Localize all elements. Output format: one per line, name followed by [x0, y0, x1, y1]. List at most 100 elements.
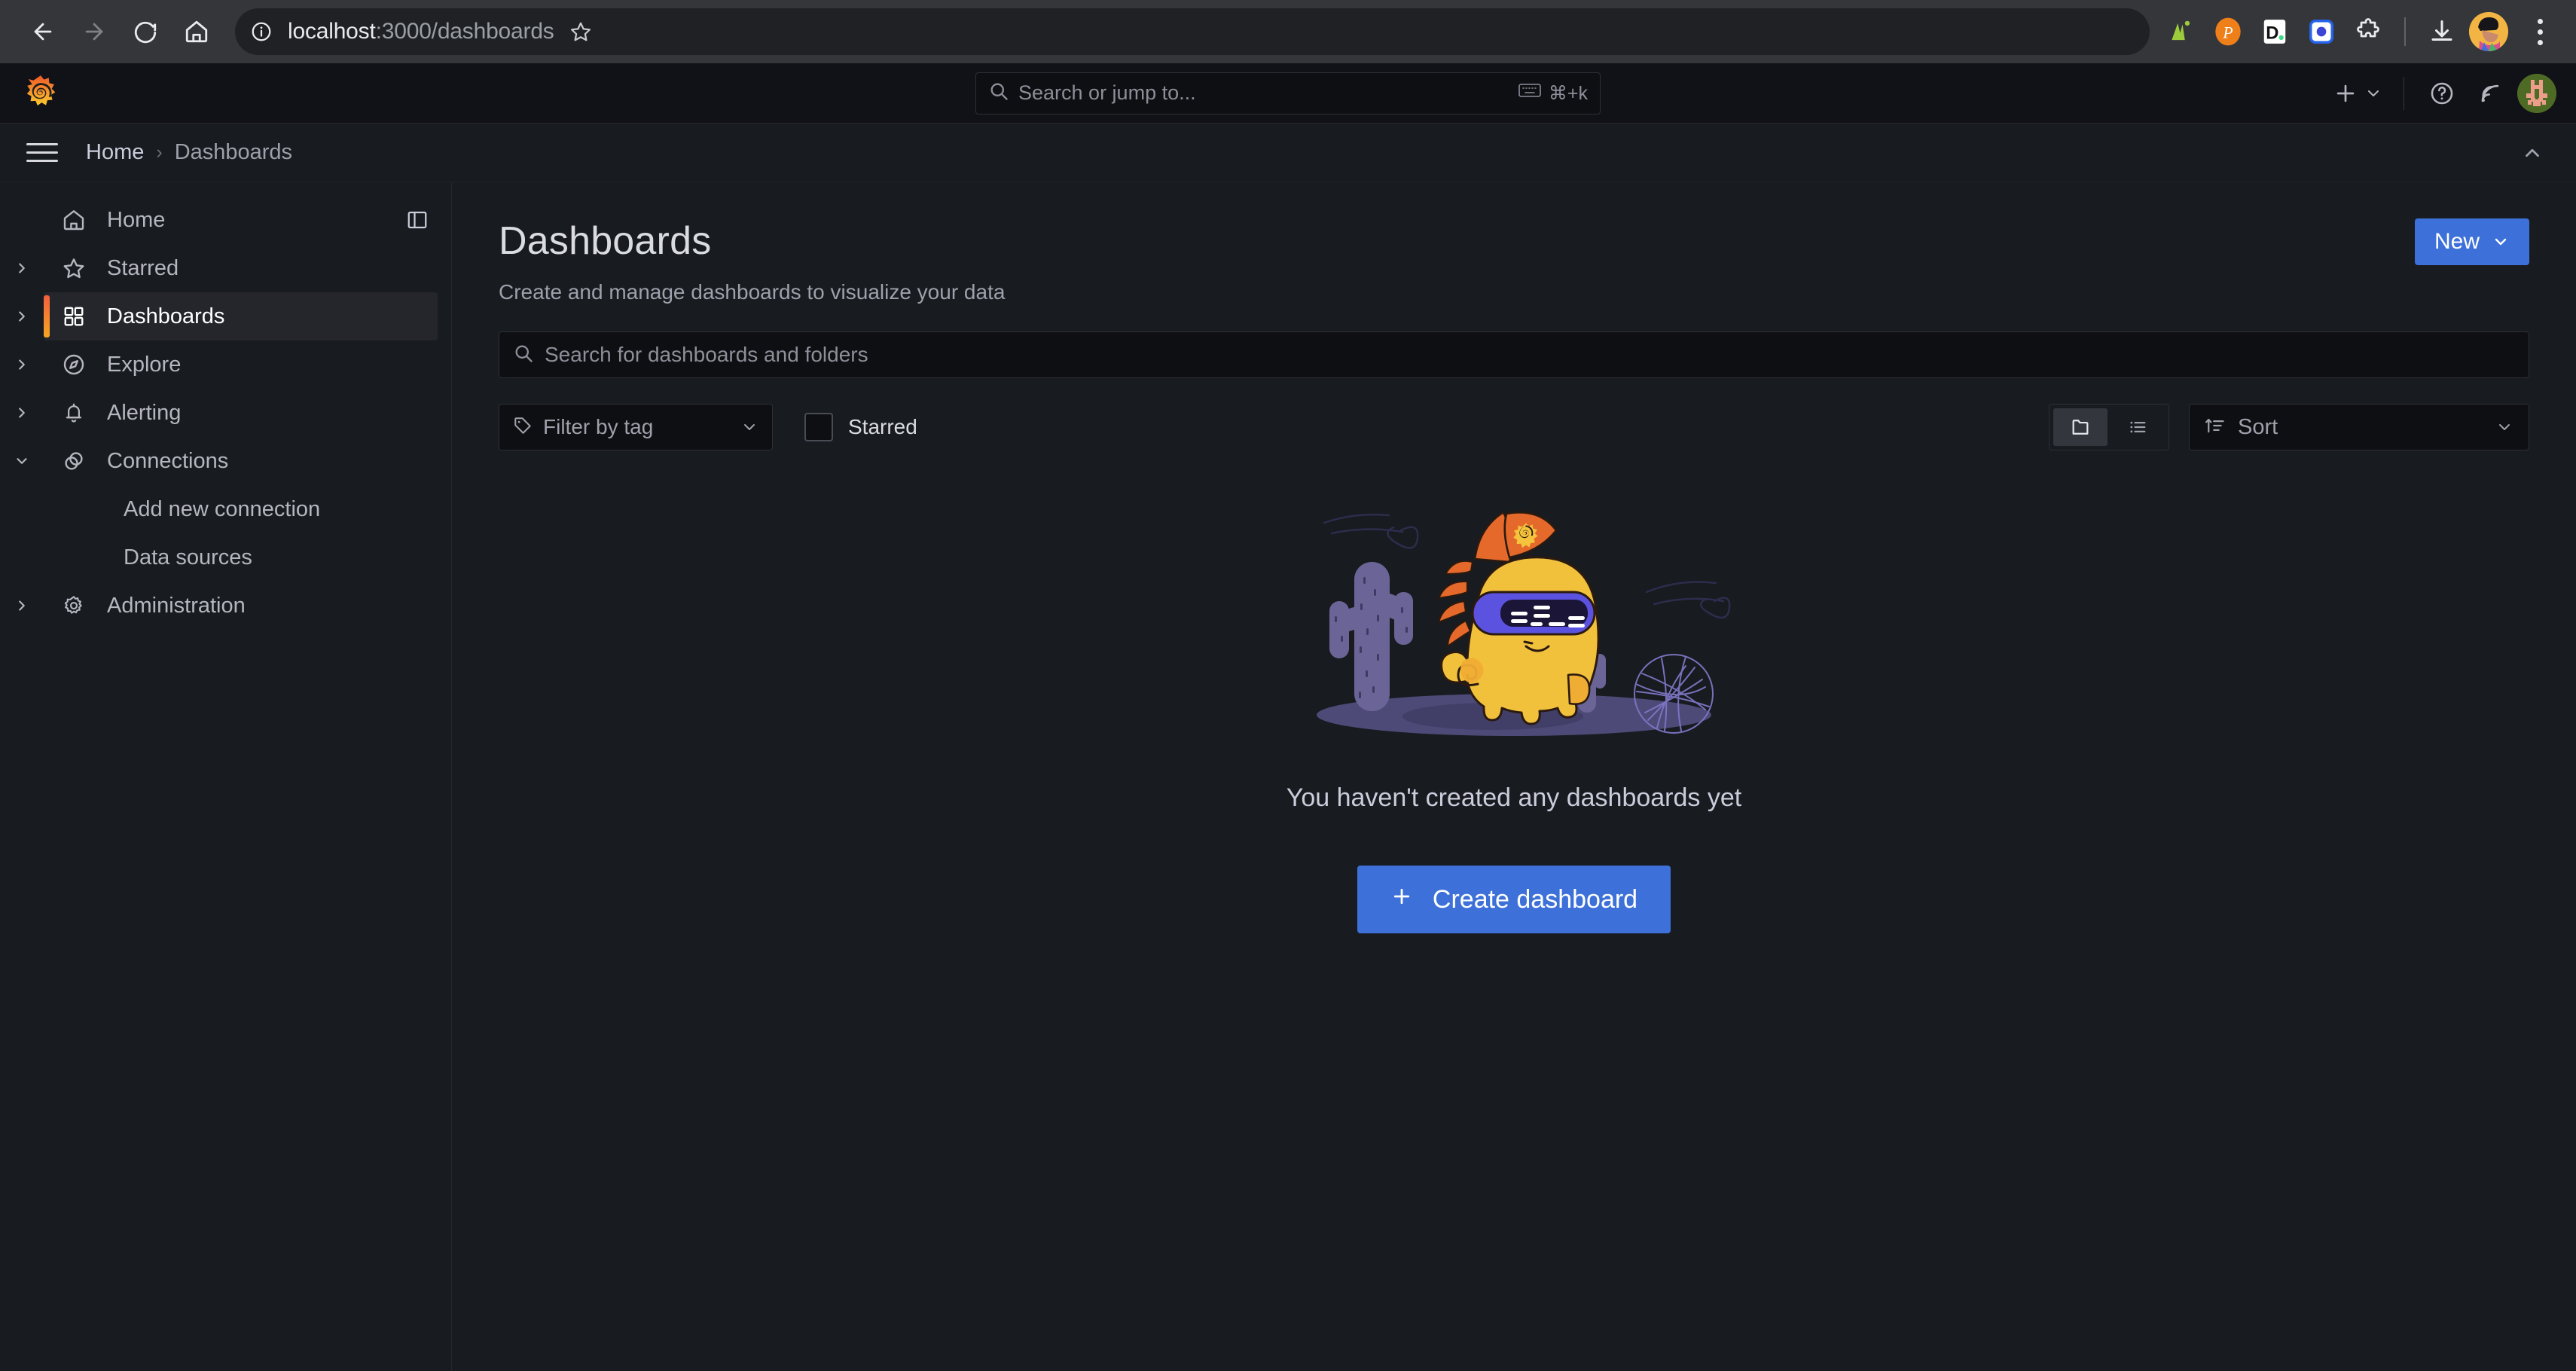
search-icon: [513, 343, 534, 368]
tag-icon: [513, 416, 533, 439]
chevron-up-icon[interactable]: [2510, 130, 2555, 176]
chevron-down-icon: [17, 458, 27, 464]
url-path: :3000/dashboards: [375, 19, 554, 44]
sidebar-item-dashboards[interactable]: Dashboards: [0, 292, 438, 340]
site-info-icon[interactable]: [243, 13, 280, 50]
bookmark-star-icon[interactable]: [560, 11, 601, 52]
search-shortcut: ⌘+k: [1518, 82, 1588, 105]
global-search-placeholder: Search or jump to...: [1018, 81, 1196, 104]
breadcrumb-item-home[interactable]: Home: [86, 140, 144, 165]
svg-text:D: D: [2266, 23, 2278, 44]
dashboards-grid-icon: [59, 305, 89, 328]
sidebar-link-connections[interactable]: Connections: [44, 437, 438, 485]
expand-alerting-chevron[interactable]: [0, 405, 44, 421]
empty-state-title: You haven't created any dashboards yet: [1286, 783, 1742, 812]
chrome-profile-avatar[interactable]: [2469, 12, 2508, 51]
collapse-connections-chevron[interactable]: [0, 453, 44, 469]
page-title: Dashboards: [499, 219, 712, 263]
sidebar-item-explore[interactable]: Explore: [0, 340, 438, 389]
sidebar-item-add-new-connection[interactable]: Add new connection: [0, 485, 438, 533]
page-subtitle: Create and manage dashboards to visualiz…: [499, 280, 1006, 304]
sidebar-link-explore[interactable]: Explore: [44, 340, 438, 389]
breadcrumb-bar: Home › Dashboards: [0, 124, 2576, 182]
sidebar-item-alerting[interactable]: Alerting: [0, 389, 438, 437]
app-body: Home Starred Dashboards Explore Alerting…: [0, 182, 2576, 1371]
keyboard-icon: [1518, 82, 1541, 104]
add-new-button[interactable]: [2328, 72, 2387, 115]
gear-icon: [59, 594, 89, 617]
extension-puzzle-icon[interactable]: [2349, 12, 2388, 51]
grafana-logo[interactable]: [21, 74, 60, 113]
filter-row: Filter by tag Starred Sort: [499, 404, 2529, 450]
sidebar-item-administration[interactable]: Administration: [0, 582, 438, 630]
news-rss-icon[interactable]: [2469, 72, 2511, 115]
global-search-input[interactable]: Search or jump to... ⌘+k: [975, 72, 1601, 115]
sidebar-link-administration[interactable]: Administration: [44, 582, 438, 630]
chevron-right-icon: [19, 311, 25, 322]
sidebar-link-starred[interactable]: Starred: [44, 244, 438, 292]
sidebar-link-add-new-connection[interactable]: Add new connection: [44, 485, 438, 533]
global-search-wrapper: Search or jump to... ⌘+k: [975, 72, 1601, 115]
dock-menu-icon[interactable]: [397, 200, 438, 240]
chevron-down-icon: [2495, 238, 2507, 246]
chevron-right-icon: [19, 408, 25, 418]
sidebar-item-label: Starred: [107, 255, 179, 280]
breadcrumb-item-dashboards[interactable]: Dashboards: [175, 140, 292, 165]
create-dashboard-button[interactable]: Create dashboard: [1357, 866, 1671, 933]
toolbar-divider: [2404, 17, 2406, 46]
sidebar-item-label: Administration: [107, 593, 246, 618]
forward-arrow-icon[interactable]: [71, 8, 118, 55]
expand-administration-chevron[interactable]: [0, 597, 44, 614]
new-button-label: New: [2434, 229, 2480, 254]
starred-label: Starred: [848, 415, 917, 438]
starred-checkbox[interactable]: [804, 413, 833, 441]
folder-view-button[interactable]: [2053, 408, 2107, 446]
extension-d-icon[interactable]: D: [2255, 12, 2294, 51]
page-header-text: Dashboards Create and manage dashboards …: [499, 218, 1005, 304]
sidebar-item-label: Home: [107, 207, 166, 232]
extension-blue-square-icon[interactable]: [2302, 12, 2341, 51]
starred-filter[interactable]: Starred: [804, 413, 917, 441]
sidebar-item-connections[interactable]: Connections: [0, 437, 438, 485]
sidebar-item-starred[interactable]: Starred: [0, 244, 438, 292]
sidebar-link-home[interactable]: Home: [44, 196, 438, 244]
home-icon: [59, 208, 89, 232]
star-icon: [59, 256, 89, 280]
extension-pocket-icon[interactable]: P: [2208, 12, 2248, 51]
sidebar-link-data-sources[interactable]: Data sources: [44, 533, 438, 582]
expand-starred-chevron[interactable]: [0, 260, 44, 276]
list-view-button[interactable]: [2111, 408, 2165, 446]
chrome-menu-icon[interactable]: [2523, 18, 2556, 45]
sidebar-item-label: Add new connection: [124, 496, 321, 521]
sidebar-item-data-sources[interactable]: Data sources: [0, 533, 438, 582]
reload-icon[interactable]: [122, 8, 169, 55]
sidebar-link-dashboards[interactable]: Dashboards: [44, 292, 438, 340]
chevron-right-icon: [19, 263, 25, 273]
sort-label: Sort: [2238, 414, 2278, 439]
breadcrumb-separator: ›: [156, 142, 163, 163]
download-icon[interactable]: [2422, 12, 2462, 51]
view-toggle-group: [2049, 404, 2169, 450]
page-header: Dashboards Create and manage dashboards …: [499, 218, 2529, 304]
help-circle-icon[interactable]: [2421, 72, 2463, 115]
expand-dashboards-chevron[interactable]: [0, 308, 44, 325]
sort-ascending-icon: [2205, 415, 2226, 440]
browser-toolbar: localhost:3000/dashboards P D: [0, 0, 2576, 63]
chevron-down-icon: [2499, 424, 2510, 430]
search-input[interactable]: Search for dashboards and folders: [499, 331, 2529, 378]
expand-explore-chevron[interactable]: [0, 356, 44, 373]
filter-by-tag-select[interactable]: Filter by tag: [499, 404, 773, 450]
new-button[interactable]: New: [2414, 218, 2529, 265]
sidebar-item-home[interactable]: Home: [0, 196, 438, 244]
sidebar-item-label: Alerting: [107, 400, 182, 425]
back-arrow-icon[interactable]: [20, 8, 66, 55]
svg-text:P: P: [2222, 23, 2233, 41]
url-bar[interactable]: localhost:3000/dashboards: [235, 8, 2150, 55]
hamburger-menu-icon[interactable]: [21, 132, 63, 174]
sort-select[interactable]: Sort: [2189, 404, 2529, 450]
sidebar-link-alerting[interactable]: Alerting: [44, 389, 438, 437]
sidebar-item-label: Data sources: [124, 545, 252, 569]
home-icon[interactable]: [173, 8, 220, 55]
extension-analytics-icon[interactable]: [2162, 12, 2201, 51]
user-avatar[interactable]: [2517, 73, 2556, 113]
